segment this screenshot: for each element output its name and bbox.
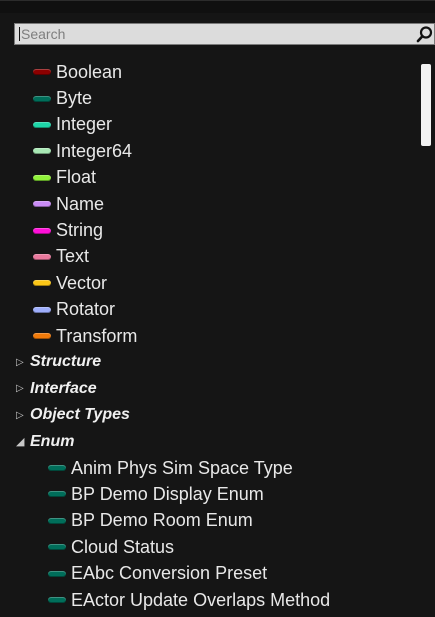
type-label: Float — [56, 167, 97, 188]
pin-color-icon — [33, 121, 51, 128]
search-input[interactable] — [21, 24, 401, 44]
category-object-types[interactable]: ▷ Object Types — [0, 402, 418, 428]
type-label: Rotator — [56, 299, 116, 320]
type-label: Byte — [56, 88, 93, 109]
type-item-text[interactable]: Text — [0, 244, 418, 270]
pin-color-icon — [48, 597, 66, 603]
pin-color-icon — [33, 253, 51, 260]
enum-label: EAbc Conversion Preset — [71, 563, 268, 584]
enum-item[interactable]: EAbc Conversion Preset — [0, 560, 418, 586]
type-label: Boolean — [56, 61, 123, 82]
pin-color-icon — [33, 201, 51, 208]
type-label: Integer — [56, 114, 113, 135]
enum-label: EActor Update Overlaps Method — [71, 589, 331, 610]
search-box[interactable] — [14, 23, 435, 45]
pin-color-icon — [48, 570, 66, 577]
type-label: Text — [56, 246, 90, 267]
type-item-integer64[interactable]: Integer64 — [0, 138, 418, 164]
type-label: Transform — [56, 325, 138, 346]
pin-color-icon — [33, 280, 51, 287]
type-item-transform[interactable]: Transform — [0, 323, 418, 349]
top-strip — [0, 1, 435, 13]
expand-arrow-icon[interactable]: ▷ — [16, 383, 30, 394]
pin-color-icon — [33, 227, 51, 234]
type-item-string[interactable]: String — [0, 217, 418, 243]
type-item-rotator[interactable]: Rotator — [0, 297, 418, 323]
type-list: Boolean Byte Integer Integer64 Float Nam… — [0, 59, 418, 613]
pin-color-icon — [33, 148, 51, 155]
enum-label: BP Demo Display Enum — [71, 483, 264, 504]
enum-label: Anim Phys Sim Space Type — [71, 457, 293, 478]
type-item-name[interactable]: Name — [0, 191, 418, 217]
category-label: Object Types — [30, 406, 130, 424]
type-item-float[interactable]: Float — [0, 165, 418, 191]
pin-color-icon — [33, 174, 51, 181]
pin-color-icon — [33, 95, 51, 102]
category-interface[interactable]: ▷ Interface — [0, 376, 418, 402]
text-caret — [19, 27, 20, 41]
type-item-boolean[interactable]: Boolean — [0, 59, 418, 85]
enum-item[interactable]: BP Demo Room Enum — [0, 508, 418, 534]
pin-color-icon — [48, 491, 66, 498]
enum-item[interactable]: BP Demo Display Enum — [0, 481, 418, 507]
enum-label: BP Demo Room Enum — [71, 510, 253, 531]
enum-item[interactable]: Anim Phys Sim Space Type — [0, 455, 418, 481]
pin-color-icon — [33, 333, 51, 340]
pin-color-icon — [33, 69, 51, 76]
scrollbar-thumb[interactable] — [421, 64, 431, 146]
category-label: Interface — [30, 379, 97, 397]
category-label: Structure — [30, 353, 102, 371]
category-structure[interactable]: ▷ Structure — [0, 349, 418, 375]
type-item-byte[interactable]: Byte — [0, 85, 418, 111]
collapse-arrow-icon[interactable]: ◢ — [16, 435, 30, 448]
type-label: String — [56, 220, 104, 241]
enum-item[interactable]: Cloud Status — [0, 534, 418, 560]
enum-label: Cloud Status — [71, 536, 175, 557]
type-label: Name — [56, 193, 105, 214]
pin-color-icon — [48, 465, 66, 472]
type-picker-panel: Boolean Byte Integer Integer64 Float Nam… — [0, 0, 435, 617]
expand-arrow-icon[interactable]: ▷ — [16, 357, 30, 368]
category-enum[interactable]: ◢ Enum — [0, 428, 418, 454]
pin-color-icon — [48, 544, 66, 551]
pin-color-icon — [33, 306, 51, 313]
category-label: Enum — [30, 432, 75, 450]
type-label: Vector — [56, 272, 108, 293]
expand-arrow-icon[interactable]: ▷ — [16, 410, 30, 421]
pin-color-icon — [48, 517, 66, 524]
type-item-integer[interactable]: Integer — [0, 112, 418, 138]
enum-item[interactable]: EActor Update Overlaps Method — [0, 587, 418, 613]
search-icon[interactable] — [416, 25, 434, 43]
type-label: Integer64 — [56, 140, 133, 161]
type-item-vector[interactable]: Vector — [0, 270, 418, 296]
